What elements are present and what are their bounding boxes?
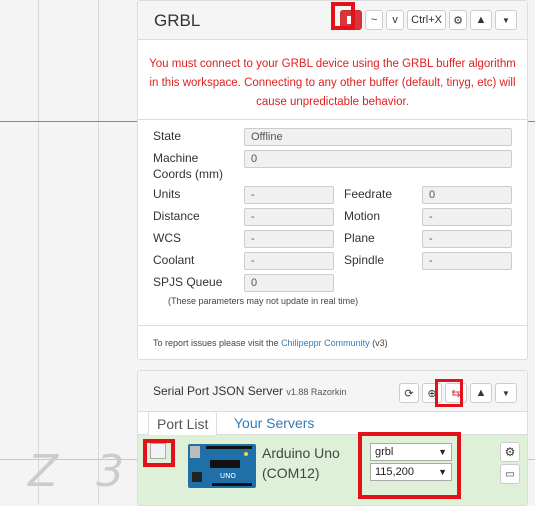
wcs-field: - [244,230,334,248]
spjs-version: v1.88 Razorkin [286,387,347,397]
ctrl-x-button[interactable]: Ctrl+X [407,10,446,30]
coolant-field: - [244,252,334,270]
chevron-up-icon: ▲ [475,387,487,399]
axis-label: Z 3 [28,446,137,497]
motion-field: - [422,208,512,226]
report-prefix: To report issues please visit the [153,338,282,348]
feedrate-field: 0 [422,186,512,204]
tab-port-list[interactable]: Port List [148,411,218,437]
collapse-button[interactable]: ▲ [470,10,492,30]
spjs-title: Serial Port JSON Server [153,384,284,398]
device-name: Arduino Uno [262,445,340,461]
distance-label: Distance [153,209,200,223]
state-label: State [153,129,182,143]
spjs-queue-field: 0 [244,274,334,292]
units-label: Units [153,187,181,201]
menu-button[interactable]: ▼ [495,383,517,403]
highlight-connection-button [435,379,463,407]
port-row: UNO Arduino Uno (COM12) grbl ▼ 115,200 ▼ ⚙… [138,435,527,505]
menu-button[interactable]: ▼ [495,10,517,30]
gear-icon: ⚙ [504,445,516,459]
spjs-panel: Serial Port JSON Server v1.88 Razorkin ⟳… [137,370,528,506]
caret-down-icon: ▼ [502,15,510,25]
panel-title: GRBL [154,11,201,30]
motion-label: Motion [344,209,381,223]
units-field: - [244,186,334,204]
spjs-queue-label: SPJS Queue [153,275,223,289]
chevron-up-icon: ▲ [475,14,487,26]
tilde-button[interactable]: ~ [365,10,384,30]
refresh-button[interactable]: ⟳ [399,383,419,403]
community-link[interactable]: Chilipeppr Community [281,338,370,348]
coords-label-line1: Machine [153,151,199,165]
plane-label: Plane [344,231,375,245]
divider [138,325,527,326]
divider [138,119,527,120]
spjs-panel-header: Serial Port JSON Server v1.88 Razorkin ⟳… [138,371,527,412]
grbl-toolbar: ~ v Ctrl+X ⚙ ▲ ▼ [340,10,517,30]
state-field: Offline [244,128,512,146]
highlight-port-settings [358,432,461,499]
coords-field: 0 [244,150,512,168]
update-note: (These parameters may not update in real… [168,296,359,306]
highlight-stop-button [331,2,355,30]
svg-text:UNO: UNO [220,472,236,480]
distance-field: - [244,208,334,226]
plane-field: - [422,230,512,248]
panel-title: Serial Port JSON Server v1.88 Razorkin [153,384,346,398]
report-text: To report issues please visit the Chilip… [153,338,388,348]
grid-line [98,0,99,504]
v-button[interactable]: v [386,10,405,30]
feedrate-label: Feedrate [344,187,393,201]
device-port: (COM12) [262,465,320,481]
spindle-label: Spindle [344,253,385,267]
spindle-field: - [422,252,512,270]
tab-your-servers[interactable]: Your Servers [226,411,322,435]
coords-label-line2: Coords (mm) [153,167,224,181]
device-info: Arduino Uno (COM12) [262,443,340,483]
grbl-panel: GRBL ~ v Ctrl+X ⚙ ▲ ▼ You must connect t… [137,0,528,360]
gear-icon: ⚙ [453,14,463,27]
buffer-warning: You must connect to your GRBL device usi… [149,58,516,108]
caret-down-icon: ▼ [502,388,510,398]
gear-button[interactable]: ⚙ [449,10,467,30]
collapse-button[interactable]: ▲ [470,383,492,403]
terminal-icon: ▭ [505,468,515,480]
grid-line [38,0,39,504]
port-console-button[interactable]: ▭ [500,464,520,484]
wcs-label: WCS [153,231,181,245]
highlight-checkbox [143,439,175,467]
refresh-icon: ⟳ [404,387,414,400]
coolant-label: Coolant [153,253,195,267]
report-suffix: (v3) [369,338,388,348]
port-settings-button[interactable]: ⚙ [500,442,520,462]
arduino-board-icon: UNO [188,444,256,488]
